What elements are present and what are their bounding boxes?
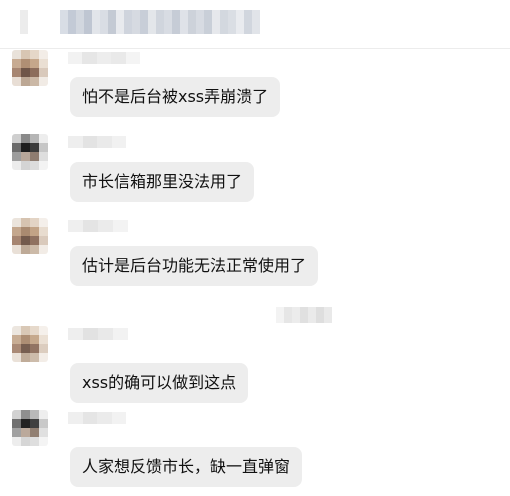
header-divider [0,48,510,49]
message-bubble: 估计是后台功能无法正常使用了 [70,246,319,286]
timestamp-obscured [276,307,332,323]
sender-name-obscured [68,220,128,232]
chat-title-obscured [20,10,260,34]
message-bubble: 人家想反馈市长，缺一直弹窗 [70,447,303,487]
avatar[interactable] [12,326,48,362]
message-bubble: 市长信箱那里没法用了 [70,162,255,202]
sender-name-obscured [68,136,126,148]
sender-name-obscured [68,412,126,424]
avatar[interactable] [12,50,48,86]
message-bubble: 怕不是后台被xss弄崩溃了 [70,77,281,117]
avatar[interactable] [12,218,48,254]
message-bubble: xss的确可以做到这点 [70,363,249,403]
chat-window: 怕不是后台被xss弄崩溃了 市长信箱那里没法用了 估计是后台功能无法正常使用了 … [0,0,510,496]
avatar[interactable] [12,134,48,170]
sender-name-obscured [68,328,128,340]
sender-name-obscured [68,52,141,64]
avatar[interactable] [12,410,48,446]
